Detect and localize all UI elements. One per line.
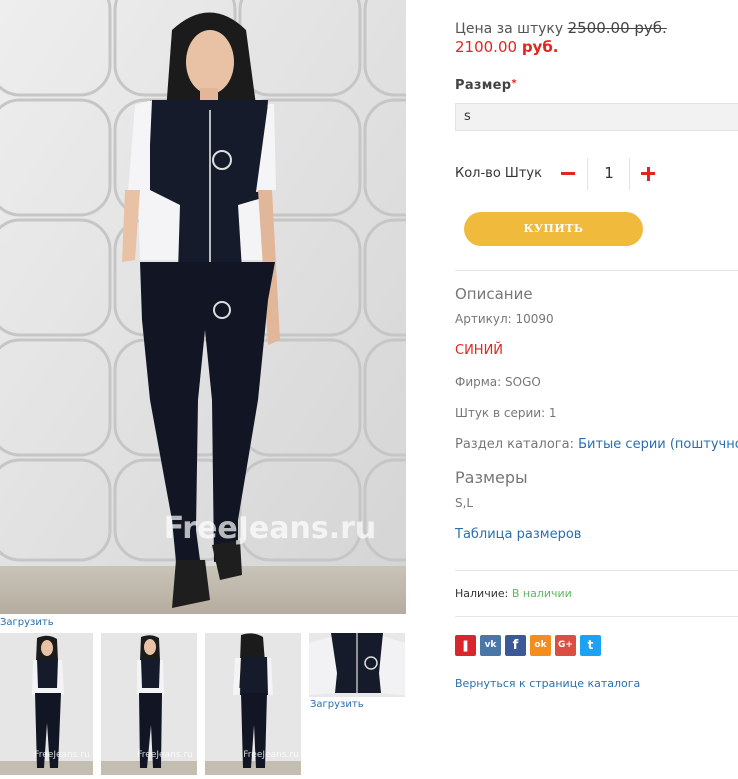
new-price: 2100.00 руб. [455,38,559,56]
divider [455,616,738,617]
size-select[interactable]: s [455,103,738,131]
availability-label: Наличие: [455,587,509,600]
back-to-catalog-link[interactable]: Вернуться к странице каталога [455,677,640,690]
thumbnail-3[interactable]: FreeJeans.ru [205,633,301,775]
divider [455,270,738,271]
sizes-title: Размеры [455,468,528,487]
main-product-photo[interactable]: FreeJeans.ru [0,0,406,614]
quantity-label: Кол-во Штук [455,166,542,181]
availability-status: В наличии [511,587,572,600]
google-plus-icon[interactable]: G+ [555,635,576,656]
divider [455,570,738,571]
catalog-section-label: Раздел каталога: [455,437,574,452]
svg-text:FreeJeans.ru: FreeJeans.ru [137,750,192,760]
required-mark: * [511,78,517,89]
size-label: Размер* [455,78,517,93]
price-line: Цена за штуку 2500.00 руб. [455,19,667,37]
quantity-input[interactable]: 1 [588,164,630,182]
quantity-divider [629,158,630,190]
brand: Фирма: SOGO [455,375,541,389]
svg-text:FreeJeans.ru: FreeJeans.ru [34,750,89,760]
twitter-icon[interactable]: t [580,635,601,656]
upload-link-thumb[interactable]: Загрузить [310,699,364,710]
quantity-plus-icon[interactable] [637,160,659,188]
catalog-section: Раздел каталога: Битые серии (поштучно [455,437,738,452]
new-price-currency: руб. [521,38,559,56]
quantity-minus-icon[interactable] [557,160,579,188]
color-value: СИНИЙ [455,343,504,358]
description-title: Описание [455,285,533,303]
vk-icon[interactable]: vk [480,635,501,656]
new-price-amount: 2100.00 [455,38,518,56]
catalog-section-link[interactable]: Битые серии (поштучно [578,437,738,452]
sizes-values: S,L [455,496,474,510]
pieces-in-series: Штук в серии: 1 [455,406,557,420]
size-table-link[interactable]: Таблица размеров [455,527,581,542]
old-price: 2500.00 руб. [567,19,667,37]
odnoklassniki-icon[interactable]: ok [530,635,551,656]
upload-link-main[interactable]: Загрузить [0,617,54,628]
availability: Наличие: В наличии [455,587,572,600]
thumbnail-2[interactable]: FreeJeans.ru [101,633,197,775]
svg-text:FreeJeans.ru: FreeJeans.ru [243,750,298,760]
article-number: Артикул: 10090 [455,312,554,326]
thumbnail-1[interactable]: FreeJeans.ru [0,633,93,775]
thumbnail-4[interactable] [309,633,405,697]
facebook-icon[interactable]: f [505,635,526,656]
bookmark-icon[interactable]: ❚ [455,635,476,656]
watermark-text: FreeJeans.ru [164,511,377,546]
buy-button[interactable]: КУПИТЬ [464,212,643,246]
price-label: Цена за штуку [455,21,564,37]
